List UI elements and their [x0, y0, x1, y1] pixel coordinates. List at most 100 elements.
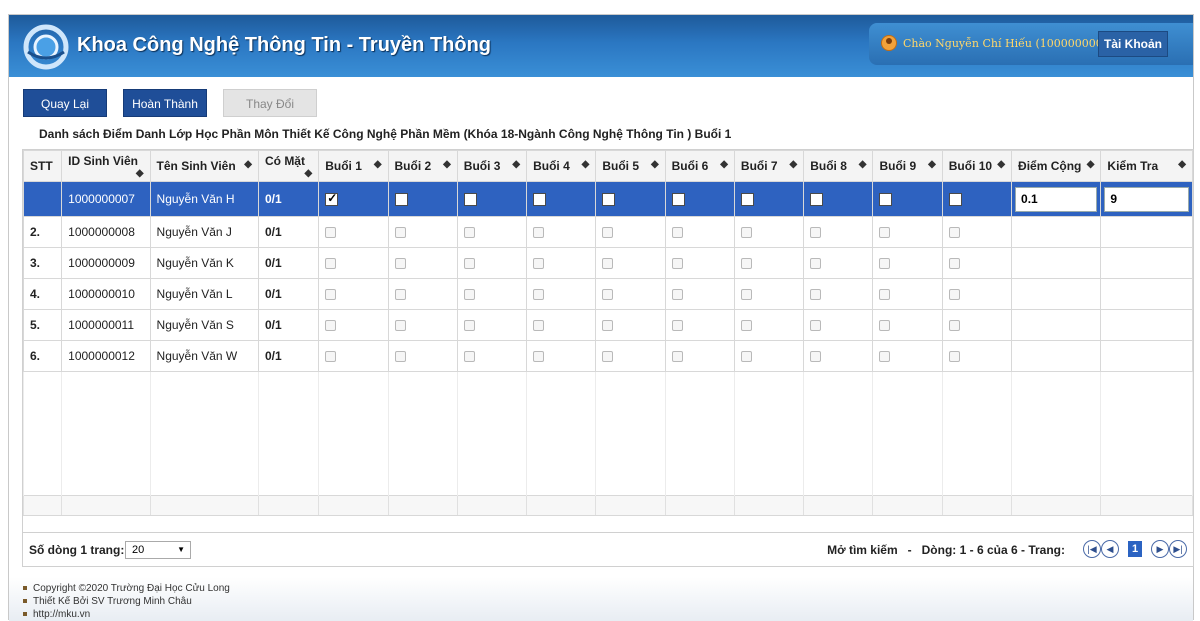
sort-icon[interactable]: ◆ — [1178, 159, 1186, 170]
session-checkbox[interactable] — [394, 320, 406, 332]
session-checkbox[interactable] — [948, 320, 960, 332]
table-row[interactable]: 2. 1000000008 Nguyễn Văn J 0/1 — [22, 216, 1193, 248]
col-header-session-8[interactable]: Buổi 8 ◆ — [803, 150, 874, 182]
session-checkbox[interactable] — [740, 258, 752, 270]
session-checkbox[interactable] — [463, 320, 475, 332]
sort-icon[interactable]: ◆ — [582, 159, 590, 170]
session-checkbox[interactable] — [740, 227, 752, 239]
sort-icon[interactable]: ◆ — [1087, 159, 1095, 170]
session-checkbox[interactable] — [533, 193, 547, 207]
table-row[interactable]: 3. 1000000009 Nguyễn Văn K 0/1 — [22, 247, 1193, 279]
session-checkbox[interactable] — [602, 289, 614, 301]
session-checkbox[interactable] — [533, 351, 545, 363]
col-header-name[interactable]: Tên Sinh Viên ◆ — [149, 150, 259, 182]
sort-icon[interactable]: ◆ — [136, 168, 144, 179]
session-checkbox[interactable] — [602, 193, 616, 207]
session-checkbox[interactable] — [671, 351, 683, 363]
sort-icon[interactable]: ◆ — [651, 159, 659, 170]
col-header-session-3[interactable]: Buổi 3 ◆ — [456, 150, 528, 182]
session-checkbox[interactable] — [602, 320, 614, 332]
session-checkbox[interactable] — [394, 289, 406, 301]
session-checkbox[interactable] — [533, 320, 545, 332]
session-checkbox[interactable] — [879, 351, 891, 363]
bonus-input[interactable]: 0.1 — [1015, 186, 1098, 212]
session-checkbox[interactable] — [602, 351, 614, 363]
session-checkbox[interactable] — [394, 227, 406, 239]
col-header-session-10[interactable]: Buổi 10 ◆ — [941, 150, 1013, 182]
session-checkbox[interactable] — [671, 258, 683, 270]
col-header-id[interactable]: ID Sinh Viên ◆ — [61, 150, 151, 182]
session-checkbox[interactable] — [394, 258, 406, 270]
sort-icon[interactable]: ◆ — [790, 159, 798, 170]
session-checkbox[interactable] — [394, 351, 406, 363]
table-row[interactable]: 1000000007Nguyễn Văn H0/1 0.19 — [22, 181, 1193, 217]
session-checkbox[interactable] — [325, 320, 337, 332]
session-checkbox[interactable] — [671, 320, 683, 332]
table-row[interactable]: 4. 1000000010 Nguyễn Văn L 0/1 — [22, 278, 1193, 310]
session-checkbox[interactable] — [810, 258, 822, 270]
session-checkbox[interactable] — [948, 258, 960, 270]
footer-url[interactable]: http://mku.vn — [23, 609, 90, 620]
sort-icon[interactable]: ◆ — [374, 159, 382, 170]
session-checkbox[interactable] — [740, 193, 754, 207]
session-checkbox[interactable] — [740, 289, 752, 301]
session-checkbox[interactable] — [810, 193, 824, 207]
session-checkbox[interactable] — [602, 258, 614, 270]
session-checkbox[interactable] — [394, 193, 408, 207]
sort-icon[interactable]: ◆ — [443, 159, 451, 170]
session-checkbox[interactable] — [740, 320, 752, 332]
col-header-session-6[interactable]: Buổi 6 ◆ — [664, 150, 735, 182]
account-button[interactable]: Tài Khoản — [1098, 31, 1168, 57]
last-page-icon[interactable]: ▶| — [1169, 540, 1187, 558]
session-checkbox[interactable] — [533, 289, 545, 301]
session-checkbox[interactable] — [948, 351, 960, 363]
next-page-icon[interactable]: ▶ — [1151, 540, 1169, 558]
sort-icon[interactable]: ◆ — [859, 159, 867, 170]
col-header-present[interactable]: Có Mặt ◆ — [257, 150, 320, 182]
table-row[interactable]: 6. 1000000012 Nguyễn Văn W 0/1 — [22, 340, 1193, 372]
session-checkbox[interactable] — [463, 227, 475, 239]
sort-icon[interactable]: ◆ — [720, 159, 728, 170]
session-checkbox[interactable] — [810, 227, 822, 239]
session-checkbox[interactable] — [533, 227, 545, 239]
session-checkbox[interactable] — [879, 227, 891, 239]
col-header-session-4[interactable]: Buổi 4 ◆ — [526, 150, 597, 182]
session-checkbox[interactable] — [325, 227, 337, 239]
session-checkbox[interactable] — [463, 258, 475, 270]
sort-icon[interactable]: ◆ — [512, 159, 520, 170]
finish-button[interactable]: Hoàn Thành — [123, 89, 207, 117]
current-page-button[interactable]: 1 — [1128, 541, 1142, 557]
sort-icon[interactable]: ◆ — [928, 159, 936, 170]
session-checkbox[interactable] — [463, 351, 475, 363]
prev-page-icon[interactable]: ◀ — [1101, 540, 1119, 558]
sort-icon[interactable]: ◆ — [244, 159, 252, 170]
col-header-stt[interactable]: STT — [22, 150, 63, 182]
session-checkbox[interactable] — [671, 289, 683, 301]
session-checkbox[interactable] — [879, 320, 891, 332]
session-checkbox[interactable] — [325, 351, 337, 363]
session-checkbox[interactable] — [879, 193, 893, 207]
session-checkbox[interactable] — [325, 191, 339, 207]
session-checkbox[interactable] — [948, 193, 962, 207]
session-checkbox[interactable] — [533, 258, 545, 270]
col-header-session-5[interactable]: Buổi 5 ◆ — [595, 150, 666, 182]
session-checkbox[interactable] — [810, 289, 822, 301]
session-checkbox[interactable] — [879, 289, 891, 301]
col-header-session-7[interactable]: Buổi 7 ◆ — [733, 150, 805, 182]
col-header-test[interactable]: Kiểm Tra ◆ — [1100, 150, 1193, 182]
col-header-session-9[interactable]: Buổi 9 ◆ — [872, 150, 943, 182]
session-checkbox[interactable] — [325, 258, 337, 270]
session-checkbox[interactable] — [325, 289, 337, 301]
session-checkbox[interactable] — [948, 289, 960, 301]
session-checkbox[interactable] — [810, 320, 822, 332]
sort-icon[interactable]: ◆ — [305, 168, 313, 179]
session-checkbox[interactable] — [948, 227, 960, 239]
first-page-icon[interactable]: |◀ — [1083, 540, 1101, 558]
col-header-session-2[interactable]: Buổi 2 ◆ — [387, 150, 458, 182]
col-header-session-1[interactable]: Buổi 1 ◆ — [318, 150, 389, 182]
session-checkbox[interactable] — [740, 351, 752, 363]
session-checkbox[interactable] — [879, 258, 891, 270]
session-checkbox[interactable] — [463, 193, 477, 207]
session-checkbox[interactable] — [671, 227, 683, 239]
session-checkbox[interactable] — [810, 351, 822, 363]
